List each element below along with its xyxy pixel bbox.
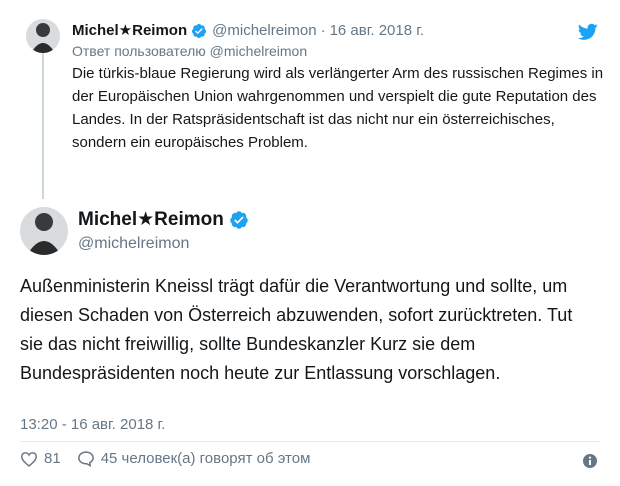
verified-badge-icon [230,211,248,229]
divider [20,441,600,442]
reply-button[interactable]: 45 человек(а) говорят об этом [77,450,311,467]
info-icon[interactable] [582,453,598,469]
reply-count: 45 человек(а) говорят об этом [100,450,311,467]
comment-bubble-icon [77,451,94,467]
author-name[interactable]: Michel★Reimon [78,207,224,233]
main-tweet-text: Außenministerin Kneissl trägt dafür die … [20,276,573,383]
twitter-bird-icon[interactable] [578,23,598,41]
main-tweet-header: Michel★Reimon @michelreimon [78,207,249,255]
like-count: 81 [44,450,61,467]
heart-icon [20,451,38,467]
separator: · [320,22,326,39]
parent-tweet-text: Die türkis-blaue Regierung wird als verl… [72,65,604,151]
thread-connector-line [42,52,44,199]
like-button[interactable]: 81 [20,450,61,467]
tweet-date[interactable]: 16 авг. 2018 г. [330,21,424,41]
verified-badge-icon [192,24,207,38]
parent-tweet-header: Michel★Reimon @michelreimon · 16 авг. 20… [72,21,606,41]
parent-tweet[interactable]: Michel★Reimon @michelreimon · 16 авг. 20… [72,21,606,154]
avatar[interactable] [20,207,68,255]
author-handle[interactable]: @michelreimon [78,233,249,255]
tweet-actions: 81 45 человек(а) говорят об этом [20,450,326,467]
author-name[interactable]: Michel★Reimon [72,21,187,41]
author-handle[interactable]: @michelreimon [212,21,316,41]
reply-context[interactable]: Ответ пользователю @michelreimon [72,42,606,61]
tweet-timestamp[interactable]: 13:20 - 16 авг. 2018 г. [20,416,165,433]
avatar[interactable] [26,19,60,53]
